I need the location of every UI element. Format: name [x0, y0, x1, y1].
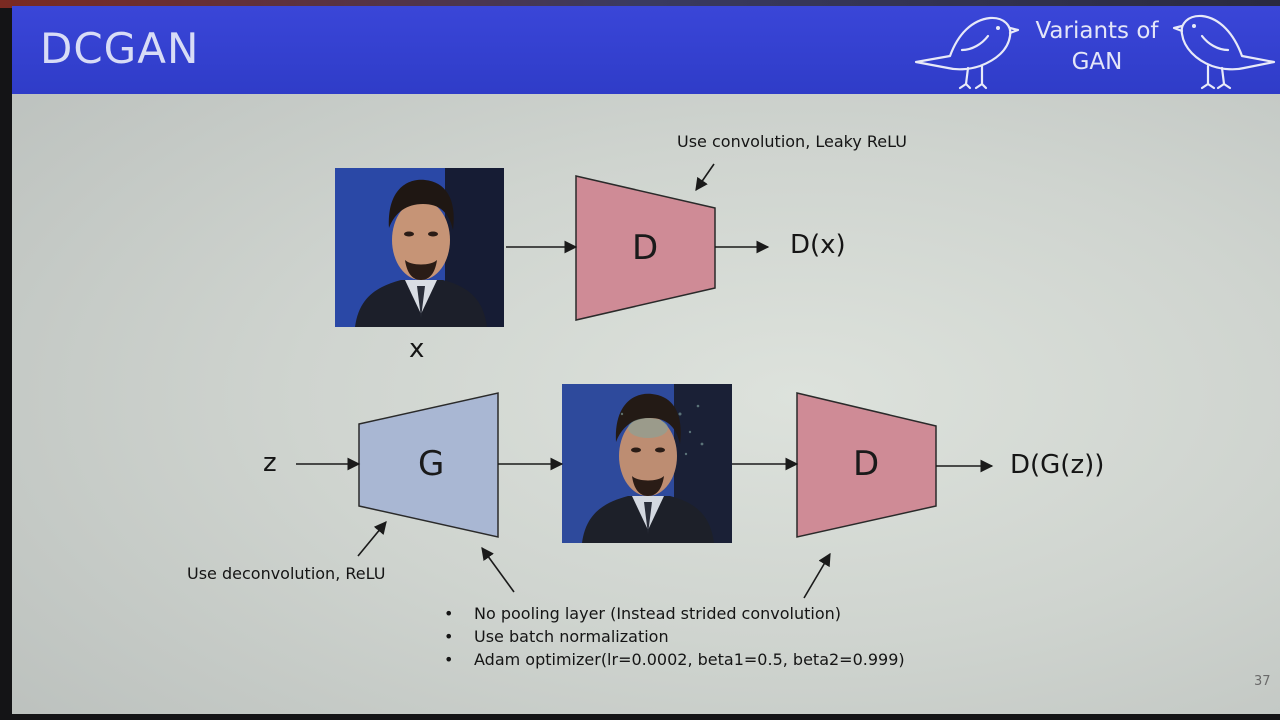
page-number: 37 [1254, 674, 1271, 689]
note-item: No pooling layer (Instead strided convol… [440, 602, 905, 625]
dcgan-notes-list: No pooling layer (Instead strided convol… [440, 602, 905, 671]
note-item: Adam optimizer(lr=0.0002, beta1=0.5, bet… [440, 648, 905, 671]
arrow-notes-to-g [481, 546, 515, 593]
conv-annotation: Use convolution, Leaky ReLU [677, 132, 907, 151]
input-z-label: z [263, 448, 277, 478]
discriminator-label-top: D [632, 228, 659, 268]
discriminator-label-bottom: D [853, 444, 880, 484]
arrow-conv-note [695, 163, 715, 192]
slide: DCGAN Variants of GAN D G D Use convolut… [12, 6, 1280, 714]
deconv-annotation: Use deconvolution, ReLU [187, 564, 386, 583]
input-x-label: x [409, 334, 425, 364]
output-dgz-label: D(G(z)) [1010, 450, 1105, 480]
generator-label: G [418, 444, 445, 484]
note-item: Use batch normalization [440, 625, 905, 648]
arrow-notes-to-d [803, 552, 831, 599]
arrow-deconv-note [357, 521, 387, 557]
output-dx-label: D(x) [790, 230, 846, 260]
